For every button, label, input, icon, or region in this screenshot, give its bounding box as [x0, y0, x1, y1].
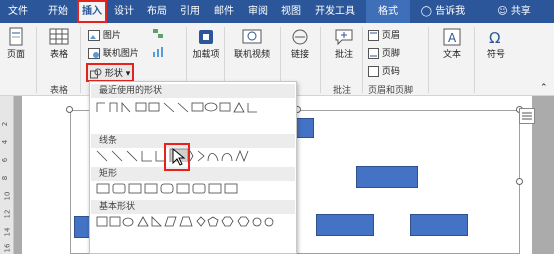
- shapes-label: 形状: [104, 69, 123, 79]
- vertical-ruler: 2 4 6 8 10 12 14 16: [0, 96, 14, 254]
- link-label: 链接: [290, 50, 309, 60]
- picture-icon: [88, 30, 100, 41]
- resize-handle[interactable]: [516, 178, 523, 185]
- basic-shapes-heading: 基本形状: [91, 200, 295, 214]
- footer-label: 页脚: [381, 49, 400, 59]
- tab-review[interactable]: 审阅: [244, 0, 272, 23]
- page-icon: [9, 27, 23, 46]
- chart-button[interactable]: [152, 46, 164, 58]
- picture-label: 图片: [102, 31, 121, 41]
- svg-text:A: A: [448, 31, 457, 45]
- lightbulb-icon: ◯: [420, 6, 432, 17]
- lines-gallery[interactable]: [94, 148, 294, 162]
- ribbon-tab-bar: 文件 开始 插入 设计 布局 引用 邮件 审阅 视图 开发工具 格式 ◯ 告诉我…: [0, 0, 554, 23]
- resize-handle[interactable]: [66, 106, 73, 113]
- tab-references[interactable]: 引用: [176, 0, 204, 23]
- basic-shapes-gallery[interactable]: [94, 215, 294, 229]
- lines-heading: 线条: [91, 134, 295, 148]
- flowchart-box[interactable]: [356, 166, 418, 188]
- ruler-number: 8: [1, 175, 10, 181]
- table-label: 表格: [49, 50, 68, 60]
- ruler-number: 16: [3, 243, 12, 253]
- header-button[interactable]: 页眉: [368, 28, 400, 41]
- text-button[interactable]: A 文本: [438, 27, 466, 60]
- tab-home[interactable]: 开始: [44, 0, 72, 23]
- tab-mailings[interactable]: 邮件: [210, 0, 238, 23]
- link-button[interactable]: 链接: [286, 27, 314, 60]
- tab-insert[interactable]: 插入: [77, 0, 107, 23]
- svg-text:Ω: Ω: [489, 29, 500, 47]
- shapes-dropdown: 最近使用的形状 线条 矩形 基本形状: [89, 81, 297, 254]
- page-number-icon: [368, 66, 379, 77]
- online-picture-label: 联机图片: [102, 49, 139, 59]
- page-number-button[interactable]: 页码: [368, 64, 400, 77]
- online-picture-icon: [88, 48, 100, 59]
- comment-button[interactable]: 批注: [330, 27, 358, 60]
- text-icon: A: [443, 28, 461, 46]
- chart-icon: [153, 47, 163, 57]
- rectangles-gallery[interactable]: [94, 182, 294, 196]
- online-video-label: 联机视频: [233, 50, 270, 60]
- addin-label: 加载项: [192, 50, 220, 60]
- video-icon: [242, 29, 262, 44]
- share-button[interactable]: ☺ 共享: [492, 0, 536, 23]
- tab-design[interactable]: 设计: [110, 0, 138, 23]
- tab-file[interactable]: 文件: [4, 0, 32, 23]
- online-picture-button[interactable]: 联机图片: [88, 46, 139, 59]
- footer-icon: [368, 48, 379, 59]
- shapes-button[interactable]: 形状 ▾: [86, 63, 135, 82]
- ruler-number: 10: [3, 191, 12, 201]
- shapes-icon: [90, 68, 102, 79]
- table-icon: [49, 28, 69, 45]
- ruler-number: 4: [1, 139, 10, 145]
- recent-shapes-gallery[interactable]: [94, 100, 294, 114]
- user-icon: ☺: [497, 6, 508, 17]
- page-number-label: 页码: [381, 67, 400, 77]
- mouse-cursor-icon: [172, 148, 186, 166]
- comment-group-label: 批注: [333, 86, 352, 96]
- comment-label: 批注: [334, 50, 353, 60]
- collapse-ribbon-icon[interactable]: ⌃: [540, 83, 548, 93]
- header-label: 页眉: [381, 31, 400, 41]
- recent-shapes-heading: 最近使用的形状: [91, 84, 295, 98]
- header-footer-group-label: 页眉和页脚: [368, 86, 414, 96]
- chevron-down-icon: ▾: [125, 69, 131, 79]
- pages-label: 页面: [6, 50, 25, 60]
- ruler-number: 12: [3, 209, 12, 219]
- online-video-button[interactable]: 联机视频: [230, 27, 274, 60]
- table-button[interactable]: 表格: [46, 27, 72, 60]
- tab-developer[interactable]: 开发工具: [310, 0, 360, 23]
- picture-button[interactable]: 图片: [88, 28, 121, 41]
- flowchart-box[interactable]: [410, 214, 468, 236]
- footer-button[interactable]: 页脚: [368, 46, 400, 59]
- ruler-number: 2: [1, 121, 10, 127]
- store-icon: [199, 30, 213, 44]
- tab-layout[interactable]: 布局: [143, 0, 171, 23]
- flowchart-box[interactable]: [316, 214, 374, 236]
- tell-me-button[interactable]: ◯ 告诉我: [414, 0, 472, 23]
- flowchart-box[interactable]: [74, 216, 90, 238]
- symbol-button[interactable]: Ω 符号: [482, 27, 510, 60]
- smartart-icon: [153, 29, 163, 38]
- tell-me-label: 告诉我: [435, 6, 466, 17]
- smartart-button[interactable]: [152, 28, 164, 40]
- table-group-label: 表格: [50, 86, 69, 96]
- addin-button[interactable]: 加载项: [192, 27, 220, 60]
- omega-icon: Ω: [489, 29, 500, 47]
- pages-button[interactable]: 页面: [4, 27, 28, 60]
- ruler-number: 14: [3, 227, 12, 237]
- tab-format[interactable]: 格式: [366, 0, 410, 23]
- text-label: 文本: [442, 50, 461, 60]
- comment-icon: [335, 29, 353, 46]
- symbol-label: 符号: [486, 50, 505, 60]
- share-label: 共享: [510, 6, 531, 17]
- rectangles-heading: 矩形: [91, 167, 295, 181]
- layout-options-icon[interactable]: [519, 108, 535, 124]
- link-icon: [292, 29, 308, 45]
- ruler-number: 6: [1, 157, 10, 163]
- header-icon: [368, 30, 379, 41]
- tab-view[interactable]: 视图: [277, 0, 305, 23]
